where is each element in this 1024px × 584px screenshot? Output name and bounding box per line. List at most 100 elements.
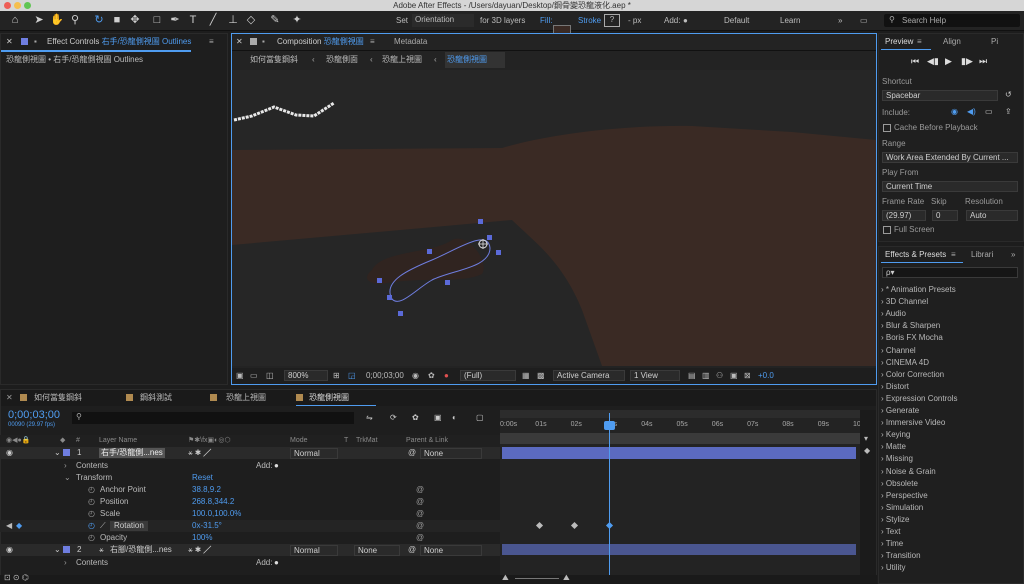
breadcrumb-item[interactable]: 恐龍上視圖 bbox=[382, 52, 422, 68]
pickwhip-icon[interactable]: @ bbox=[416, 496, 424, 508]
stopwatch-active-icon[interactable]: ◴ bbox=[88, 520, 95, 532]
minimize-window-button[interactable] bbox=[14, 2, 21, 9]
effects-category-item[interactable]: › 3D Channel bbox=[881, 296, 928, 308]
camera-tool-icon[interactable]: ■ bbox=[110, 13, 124, 27]
layer-row-1[interactable]: ◉ ⌄ 1 右手/恐龍側...nes ⚹ ✱ ╱ Normal @ None bbox=[0, 447, 500, 459]
last-frame-icon[interactable]: ⏭ bbox=[979, 56, 987, 67]
toggle-pixel-icon[interactable]: ▤ bbox=[688, 371, 696, 380]
rotation-row[interactable]: ◀ ◆ ◴ ⟋ Rotation 0x-31.5° @ bbox=[0, 520, 500, 532]
transparency-grid-icon[interactable]: ▦ bbox=[522, 371, 530, 380]
prop-value[interactable]: 268.8,344.2 bbox=[192, 496, 234, 508]
motion-blur-icon[interactable]: ◐ bbox=[452, 413, 457, 422]
parent-dropdown[interactable]: None bbox=[420, 545, 482, 556]
include-overlays-icon[interactable]: ▭ bbox=[985, 107, 993, 116]
transform-label[interactable]: Transform bbox=[76, 472, 112, 484]
home-icon[interactable]: ⌂ bbox=[8, 13, 22, 27]
time-navigator[interactable] bbox=[500, 433, 860, 444]
shortcut-dropdown[interactable]: Spacebar bbox=[882, 90, 998, 101]
work-area-bar[interactable] bbox=[500, 410, 860, 418]
pickwhip-icon[interactable]: @ bbox=[408, 447, 416, 459]
stopwatch-icon[interactable]: ◴ bbox=[88, 496, 95, 508]
zoom-out-icon[interactable]: ⛰ bbox=[502, 573, 509, 583]
tab-close-icon[interactable]: ✕ bbox=[6, 392, 13, 404]
stroke-label[interactable]: Stroke bbox=[578, 16, 601, 25]
prev-keyframe-icon[interactable]: ◀ bbox=[6, 520, 12, 532]
effects-category-item[interactable]: › Expression Controls bbox=[881, 393, 957, 405]
workspace-panel-icon[interactable]: ▭ bbox=[860, 16, 868, 25]
first-frame-icon[interactable]: ⏮ bbox=[911, 56, 919, 67]
path-vertex[interactable] bbox=[496, 250, 501, 255]
libraries-tab[interactable]: Librari bbox=[971, 247, 993, 263]
reset-exposure-icon[interactable]: ▥ bbox=[702, 371, 710, 380]
expand-arrow-icon[interactable]: ⌄ bbox=[54, 447, 61, 459]
brush-tool-icon[interactable]: ╱ bbox=[206, 13, 220, 27]
fast-previews-icon[interactable]: ⚇ bbox=[716, 371, 723, 380]
path-vertex[interactable] bbox=[377, 278, 382, 283]
play-from-dropdown[interactable]: Current Time bbox=[882, 181, 1018, 192]
3d-draft-icon[interactable]: ▩ bbox=[537, 371, 545, 380]
cache-checkbox[interactable] bbox=[883, 124, 891, 132]
reset-icon[interactable]: ↺ bbox=[1005, 90, 1012, 99]
fill-label[interactable]: Fill: bbox=[540, 16, 552, 25]
shape-switch-icon[interactable]: ⚹ ✱ ╱ bbox=[188, 544, 211, 556]
effects-category-item[interactable]: › Audio bbox=[881, 308, 906, 320]
effects-category-item[interactable]: › Simulation bbox=[881, 502, 923, 514]
search-help-field[interactable]: ⚲ Search Help bbox=[884, 14, 1020, 27]
next-frame-icon[interactable]: ▮▶ bbox=[961, 56, 973, 67]
shape-star-icon[interactable]: ⚹ ✱ ╱ bbox=[188, 447, 211, 459]
effects-category-item[interactable]: › Text bbox=[881, 526, 900, 538]
align-tab[interactable]: Align bbox=[943, 34, 961, 50]
draft-3d-icon[interactable]: ⟳ bbox=[390, 413, 397, 422]
workspace-default[interactable]: Default bbox=[724, 16, 749, 25]
zoom-slider[interactable] bbox=[515, 578, 559, 579]
stopwatch-icon[interactable]: ◴ bbox=[88, 508, 95, 520]
add-icon[interactable]: ● bbox=[683, 16, 688, 25]
comp-button-icon[interactable]: ▾ bbox=[864, 434, 868, 443]
breadcrumb-current[interactable]: 恐龍側視圖 bbox=[445, 52, 505, 68]
zoom-window-button[interactable] bbox=[24, 2, 31, 9]
full-screen-checkbox[interactable] bbox=[883, 226, 891, 234]
graph-icon[interactable]: ⟋ bbox=[100, 520, 106, 532]
clone-stamp-icon[interactable]: ⊥ bbox=[226, 13, 240, 27]
always-preview-icon[interactable]: ▣ bbox=[236, 371, 244, 380]
timeline-tab-active[interactable]: 恐龍側視圖 bbox=[309, 392, 349, 404]
effects-category-item[interactable]: › * Animation Presets bbox=[881, 284, 956, 296]
skip-dropdown[interactable]: 0 bbox=[932, 210, 958, 221]
reset-transform-link[interactable]: Reset bbox=[192, 472, 213, 484]
timeline-search-input[interactable]: ⚲ bbox=[72, 412, 354, 424]
effects-search-input[interactable]: ρ▾ bbox=[882, 267, 1018, 278]
composition-viewer[interactable] bbox=[232, 70, 876, 366]
stroke-width[interactable]: - px bbox=[628, 16, 641, 25]
path-vertex[interactable] bbox=[487, 235, 492, 240]
current-time[interactable]: 0;00;03;00 bbox=[366, 371, 404, 380]
eraser-tool-icon[interactable]: ◇ bbox=[244, 13, 258, 27]
path-vertex[interactable] bbox=[427, 249, 432, 254]
pickwhip-icon[interactable]: @ bbox=[416, 532, 424, 544]
timeline-tab[interactable]: 鋼斜測試 bbox=[140, 392, 172, 404]
resolution-dropdown[interactable]: (Full) bbox=[460, 370, 516, 381]
effects-category-item[interactable]: › Generate bbox=[881, 405, 919, 417]
composition-tab[interactable]: Composition 恐龍側視圖 bbox=[277, 34, 364, 50]
play-icon[interactable]: ▶ bbox=[945, 56, 952, 67]
effects-category-item[interactable]: › Blur & Sharpen bbox=[881, 320, 940, 332]
layer-name-header[interactable]: Layer Name bbox=[99, 435, 137, 447]
export-icon[interactable]: ⇪ bbox=[1005, 107, 1012, 116]
path-vertex[interactable] bbox=[398, 311, 403, 316]
label-color[interactable] bbox=[63, 449, 70, 456]
stopwatch-icon[interactable]: ◴ bbox=[88, 484, 95, 496]
paragraph-tab-icon[interactable]: Pi bbox=[991, 34, 998, 50]
timeline-tab[interactable]: 如何當隻鋼斜 bbox=[34, 392, 82, 404]
monitor-icon[interactable]: ▭ bbox=[250, 371, 258, 380]
effects-category-item[interactable]: › Distort bbox=[881, 381, 909, 393]
layer-name[interactable]: 右腳/恐龍側...nes bbox=[110, 544, 172, 556]
effects-category-item[interactable]: › Stylize bbox=[881, 514, 909, 526]
keyframe-nav-icon[interactable]: ◆ bbox=[864, 446, 870, 455]
panel-close-icon[interactable]: ✕ bbox=[236, 34, 243, 50]
grid-icon[interactable]: ⊞ bbox=[333, 371, 340, 380]
breadcrumb-item[interactable]: 如何當隻鋼斜 bbox=[250, 52, 298, 68]
workspace-learn[interactable]: Learn bbox=[780, 16, 800, 25]
effects-category-item[interactable]: › Missing bbox=[881, 453, 913, 465]
workspace-menu-icon[interactable]: » bbox=[838, 16, 842, 25]
view-layout-dropdown[interactable]: 1 View bbox=[630, 370, 680, 381]
selection-tool-icon[interactable]: ➤ bbox=[32, 13, 46, 27]
